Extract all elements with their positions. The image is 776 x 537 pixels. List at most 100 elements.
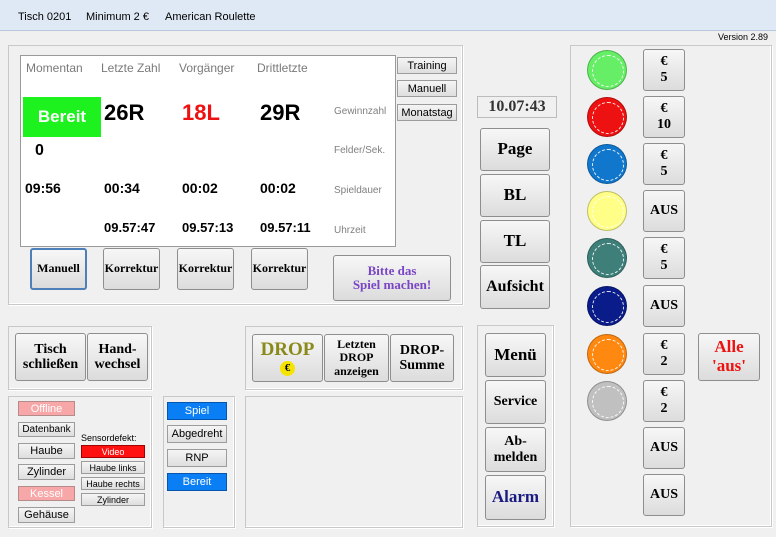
place-bets-message: Bitte das Spiel machen! (333, 255, 451, 301)
sensor-housing: Gehäuse (18, 507, 75, 523)
sensor-hood: Haube (18, 443, 75, 459)
game-display: Momentan Letzte Zahl Vorgänger Drittletz… (20, 55, 396, 247)
training-button[interactable]: Training (397, 57, 457, 74)
chip-value: 2 (660, 354, 668, 369)
previous-number: 18L (182, 100, 220, 125)
last-drop-line-3: anzeigen (334, 363, 379, 378)
chip-value: 5 (660, 70, 668, 85)
correction-button-1[interactable]: Korrektur (103, 248, 160, 290)
label-game-duration: Spieldauer (334, 185, 382, 196)
chip-value: 10 (657, 117, 671, 132)
logout-button[interactable]: Ab- melden (485, 427, 546, 472)
defect-hood-right: Haube rechts (81, 477, 145, 490)
hand-change-line-1: Hand- (98, 341, 137, 357)
header-current: Momentan (26, 61, 83, 75)
manual-mode-button[interactable]: Manuell (397, 80, 457, 97)
drop-button[interactable]: DROP € (252, 334, 323, 382)
all-off-button[interactable]: Alle 'aus' (698, 333, 760, 381)
hand-change-button[interactable]: Hand- wechsel (87, 333, 148, 381)
tl-button[interactable]: TL (480, 220, 550, 263)
logout-line-1: Ab- (504, 434, 527, 450)
chip-currency: € (660, 241, 668, 257)
drop-label: DROP (260, 339, 315, 361)
chip-value-button[interactable]: AUS (643, 474, 685, 516)
chip-icon[interactable] (587, 97, 627, 137)
chip-value-button[interactable]: €10 (643, 96, 685, 138)
chip-currency: € (660, 147, 668, 163)
chip-icon[interactable] (587, 238, 627, 278)
chip-value-button[interactable]: AUS (643, 285, 685, 327)
drop-sum-button[interactable]: DROP- Summe (390, 334, 454, 382)
sensor-database: Datenbank (18, 422, 75, 437)
service-button[interactable]: Service (485, 380, 546, 424)
time-third: 09.57:11 (260, 220, 311, 235)
defect-video: Video (81, 445, 145, 458)
correction-button-2[interactable]: Korrektur (177, 248, 234, 290)
drop-sum-line-2: Summe (399, 358, 445, 373)
time-last: 09.57:47 (104, 220, 156, 235)
close-table-line-2: schließen (22, 357, 79, 372)
page-button[interactable]: Page (480, 128, 550, 171)
menu-button[interactable]: Menü (485, 333, 546, 377)
correction-button-3[interactable]: Korrektur (251, 248, 308, 290)
manual-button[interactable]: Manuell (30, 248, 87, 290)
third-number: 29R (260, 100, 301, 125)
close-table-line-1: Tisch (34, 341, 67, 357)
chip-icon[interactable] (587, 381, 627, 421)
close-table-button[interactable]: Tisch schließen (15, 333, 86, 381)
alarm-button[interactable]: Alarm (485, 475, 546, 520)
game-name: American Roulette (165, 11, 256, 23)
chip-value: AUS (649, 439, 678, 455)
chip-value-button[interactable]: €5 (643, 143, 685, 185)
chip-value-button[interactable]: AUS (643, 190, 685, 232)
label-fields-per-second: Felder/Sek. (334, 145, 386, 156)
chip-currency: € (660, 337, 668, 353)
empty-group (245, 396, 463, 528)
chip-value-button[interactable]: €2 (643, 380, 685, 422)
state-rnp: RNP (167, 449, 227, 467)
show-last-drop-button[interactable]: Letzten DROP anzeigen (324, 334, 389, 382)
all-off-line-2: 'aus' (711, 356, 747, 375)
time-previous: 09.57:13 (182, 220, 234, 235)
title-bar: Tisch 0201 Minimum 2 € American Roulette (0, 0, 776, 31)
table-minimum: Minimum 2 € (86, 11, 149, 23)
state-ready: Bereit (167, 473, 227, 491)
chip-icon[interactable] (587, 50, 627, 90)
defect-cylinder: Zylinder (81, 493, 145, 506)
header-previous: Vorgänger (179, 61, 235, 75)
chip-icon[interactable] (587, 286, 627, 326)
chip-value-button[interactable]: €5 (643, 237, 685, 279)
chip-icon[interactable] (587, 191, 627, 231)
table-name: Tisch 0201 (18, 11, 72, 23)
defect-hood-left: Haube links (81, 461, 145, 474)
chip-value-button[interactable]: €5 (643, 49, 685, 91)
sensor-boiler: Kessel (18, 486, 75, 501)
supervision-button[interactable]: Aufsicht (480, 265, 550, 309)
sensor-defect-title: Sensordefekt: (81, 433, 137, 443)
monthday-button[interactable]: Monatstag (397, 104, 457, 121)
bl-button[interactable]: BL (480, 174, 550, 217)
header-last: Letzte Zahl (101, 61, 161, 75)
message-line-1: Bitte das (367, 262, 417, 278)
label-time: Uhrzeit (334, 225, 366, 236)
chip-currency: € (660, 53, 668, 69)
duration-third: 00:02 (260, 180, 296, 196)
state-spun: Abgedreht (167, 425, 227, 443)
version-label: Version 2.89 (717, 32, 768, 42)
chip-value-button[interactable]: AUS (643, 427, 685, 469)
chip-value-button[interactable]: €2 (643, 333, 685, 375)
fields-per-second: 0 (35, 142, 44, 159)
status-indicator: Bereit (23, 97, 101, 137)
state-game: Spiel (167, 402, 227, 420)
euro-coin-icon: € (280, 360, 295, 376)
drop-sum-line-1: DROP- (399, 342, 445, 358)
sensor-offline: Offline (18, 401, 75, 416)
chip-icon[interactable] (587, 334, 627, 374)
chip-icon[interactable] (587, 144, 627, 184)
last-number: 26R (104, 100, 145, 125)
header-third: Drittletzte (257, 61, 308, 75)
chip-value: 5 (660, 258, 668, 273)
duration-last: 00:34 (104, 180, 140, 196)
chip-currency: € (660, 384, 668, 400)
message-line-2: Spiel machen! (352, 277, 432, 292)
